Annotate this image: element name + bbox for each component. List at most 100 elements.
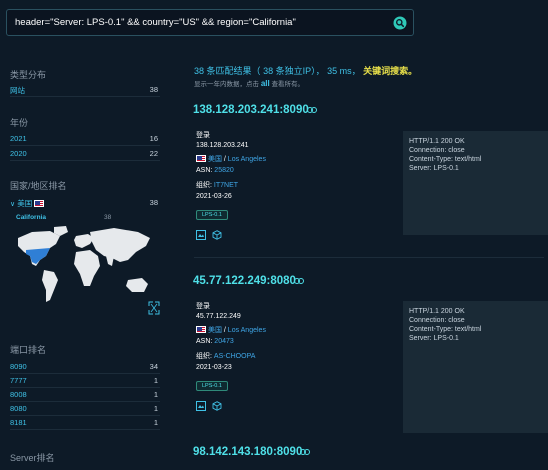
screenshot-icon[interactable] bbox=[196, 401, 206, 411]
banner-line: Server: LPS-0.1 bbox=[409, 335, 459, 342]
result-asn: ASN: 20473 bbox=[196, 338, 234, 345]
result-ip-link[interactable]: 138.128.203.241 bbox=[196, 142, 249, 149]
port-count: 1 bbox=[153, 404, 158, 413]
link-icon[interactable] bbox=[307, 107, 317, 113]
australia-shape bbox=[126, 278, 148, 292]
response-banner: HTTP/1.1 200 OK Connection: close Conten… bbox=[403, 131, 548, 235]
result-title: 登录 bbox=[196, 132, 210, 139]
city-link[interactable]: Los Angeles bbox=[228, 327, 266, 334]
region-row-california[interactable]: California 38 bbox=[14, 212, 124, 224]
city-link[interactable]: Los Angeles bbox=[228, 156, 266, 163]
port-label: 8090 bbox=[10, 362, 27, 371]
type-row[interactable]: 网站 38 bbox=[10, 83, 160, 97]
year-row-2021[interactable]: 2021 16 bbox=[10, 132, 160, 146]
year-count: 22 bbox=[149, 149, 158, 158]
us-flag-icon bbox=[196, 155, 206, 162]
port-row[interactable]: 8181 1 bbox=[10, 416, 160, 430]
port-row[interactable]: 8090 34 bbox=[10, 360, 160, 374]
country-count: 38 bbox=[149, 198, 158, 207]
result-host-link[interactable]: 98.142.143.180:8090 bbox=[193, 446, 302, 458]
result-host-link[interactable]: 138.128.203.241:8090 bbox=[193, 104, 309, 116]
result-org: 组织: AS-CHOOPA bbox=[196, 351, 255, 361]
year-count: 16 bbox=[149, 134, 158, 143]
port-count: 1 bbox=[153, 418, 158, 427]
ip-count: 38 bbox=[263, 66, 274, 76]
query-ms: 35 bbox=[327, 66, 338, 76]
port-label: 8181 bbox=[10, 418, 27, 427]
year-row-2020[interactable]: 2020 22 bbox=[10, 147, 160, 161]
port-row[interactable]: 7777 1 bbox=[10, 374, 160, 388]
banner-line: Content-Type: text/html bbox=[409, 156, 482, 163]
port-ranking-title: 端口排名 bbox=[10, 345, 47, 355]
region-label: California bbox=[16, 214, 46, 221]
banner-line: Connection: close bbox=[409, 147, 465, 154]
type-count: 38 bbox=[149, 85, 158, 94]
port-count: 34 bbox=[149, 362, 158, 371]
expand-icon[interactable] bbox=[148, 301, 160, 315]
ip-text: 条独立IP）， bbox=[275, 66, 325, 76]
country-link[interactable]: 美国 bbox=[208, 327, 222, 334]
result-ip-link[interactable]: 45.77.122.249 bbox=[196, 313, 241, 320]
banner-line: HTTP/1.1 200 OK bbox=[409, 138, 465, 145]
port-label: 8080 bbox=[10, 404, 27, 413]
result-date: 2021-03-26 bbox=[196, 193, 232, 200]
cube-icon[interactable] bbox=[212, 230, 222, 240]
port-row[interactable]: 8080 1 bbox=[10, 402, 160, 416]
port-label: 7777 bbox=[10, 376, 27, 385]
united-states-highlight bbox=[26, 248, 50, 264]
banner-line: HTTP/1.1 200 OK bbox=[409, 308, 465, 315]
country-link[interactable]: 美国 bbox=[208, 156, 222, 163]
screenshot-icon[interactable] bbox=[196, 230, 206, 240]
result-org: 组织: IT7NET bbox=[196, 180, 238, 190]
chevron-down-icon: ∨ bbox=[10, 201, 16, 208]
cube-icon[interactable] bbox=[212, 401, 222, 411]
india-shape bbox=[106, 256, 114, 266]
keyword-search-link[interactable]: 关键词搜索。 bbox=[363, 66, 417, 76]
country-ranking-title: 国家/地区排名 bbox=[10, 181, 67, 191]
banner-line: Content-Type: text/html bbox=[409, 326, 482, 333]
subtext-tail: 查看所有。 bbox=[271, 81, 305, 88]
us-flag-icon bbox=[34, 200, 45, 207]
asn-link[interactable]: 25820 bbox=[214, 167, 233, 174]
org-label: 组织: bbox=[196, 353, 212, 360]
link-icon[interactable] bbox=[294, 278, 304, 284]
view-all-link[interactable]: all bbox=[261, 79, 270, 88]
year-title: 年份 bbox=[10, 118, 29, 128]
year-label: 2021 bbox=[10, 134, 27, 143]
org-link[interactable]: AS-CHOOPA bbox=[214, 353, 256, 360]
port-count: 1 bbox=[153, 376, 158, 385]
result-host-link[interactable]: 45.77.122.249:8080 bbox=[193, 275, 296, 287]
banner-line: Connection: close bbox=[409, 317, 465, 324]
result-divider bbox=[194, 257, 544, 258]
type-label: 网站 bbox=[10, 86, 25, 95]
result-title: 登录 bbox=[196, 303, 210, 310]
response-banner: HTTP/1.1 200 OK Connection: close Conten… bbox=[403, 301, 548, 433]
asn-label: ASN: bbox=[196, 167, 213, 174]
year-label: 2020 bbox=[10, 149, 27, 158]
search-input[interactable] bbox=[15, 10, 385, 35]
banner-line: Server: LPS-0.1 bbox=[409, 165, 459, 172]
server-badge[interactable]: LPS-0.1 bbox=[196, 210, 228, 220]
result-summary: 38 条匹配结果（ 38 条独立IP）， 35 ms， 关键词搜索。 bbox=[194, 64, 417, 77]
country-row-us[interactable]: ∨ 美国 38 bbox=[10, 196, 160, 210]
africa-shape bbox=[74, 250, 100, 286]
result-location: 美国 / Los Angeles bbox=[196, 154, 266, 164]
result-date: 2021-03-23 bbox=[196, 364, 232, 371]
link-icon[interactable] bbox=[300, 449, 310, 455]
port-row[interactable]: 8008 1 bbox=[10, 388, 160, 402]
results-panel: 38 条匹配结果（ 38 条独立IP）， 35 ms， 关键词搜索。 显示一年内… bbox=[176, 58, 548, 470]
country-label: ∨ 美国 bbox=[10, 198, 45, 209]
org-label: 组织: bbox=[196, 182, 212, 189]
search-icon[interactable] bbox=[393, 16, 407, 30]
country-name: 美国 bbox=[17, 199, 33, 208]
match-text: 条匹配结果（ bbox=[206, 66, 261, 76]
result-asn: ASN: 25820 bbox=[196, 167, 234, 174]
ms-text: ms， bbox=[339, 66, 361, 76]
org-link[interactable]: IT7NET bbox=[214, 182, 238, 189]
server-badge[interactable]: LPS-0.1 bbox=[196, 381, 228, 391]
search-bar bbox=[6, 9, 414, 36]
result-location: 美国 / Los Angeles bbox=[196, 325, 266, 335]
region-count: 38 bbox=[104, 214, 112, 221]
us-flag-icon bbox=[196, 326, 206, 333]
asn-link[interactable]: 20473 bbox=[214, 338, 233, 345]
